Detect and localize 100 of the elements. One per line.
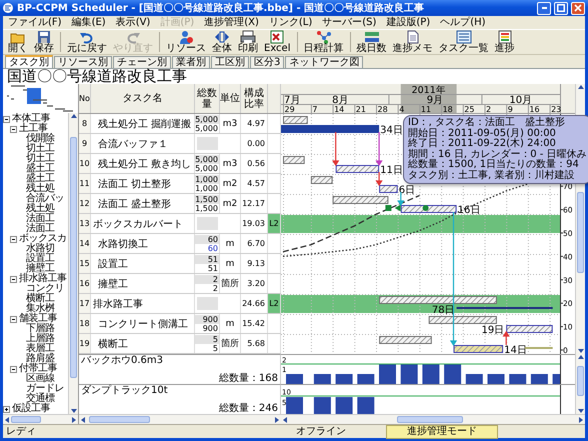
menu-item[interactable]: ヘルプ(H) xyxy=(435,16,491,29)
tree-item[interactable]: 集水桝 xyxy=(26,304,54,314)
duration-label: 16日 xyxy=(458,205,480,216)
planned-bar xyxy=(283,116,308,124)
menu-item[interactable]: 進捗管理(X) xyxy=(199,16,264,29)
unit-cell: m2 xyxy=(220,194,241,213)
quantity-value: 5,000 xyxy=(195,124,219,132)
tab[interactable]: 区分3 xyxy=(250,56,284,68)
scroll-thumb[interactable] xyxy=(10,416,40,423)
menu-item[interactable]: リンク(L) xyxy=(264,16,318,29)
quantity-value: 51 xyxy=(195,254,219,264)
tab[interactable]: チェーン別 xyxy=(113,56,171,68)
row-number: 8 xyxy=(79,114,91,133)
week-label: 16 xyxy=(529,105,540,114)
tree-item[interactable]: 仮設工事 xyxy=(12,404,50,414)
minimize-button[interactable] xyxy=(537,2,551,14)
planned-bar xyxy=(428,316,497,324)
toolbar-button[interactable]: 残日数 xyxy=(354,30,390,54)
tree-item[interactable]: 擁壁工 xyxy=(26,264,54,274)
toolbar-button[interactable]: 全体 xyxy=(209,30,235,54)
maximize-button[interactable] xyxy=(554,2,568,14)
tab[interactable]: 工区別 xyxy=(211,56,249,68)
tree-item[interactable]: 本体工事 xyxy=(12,114,50,124)
column-header: タスク名 xyxy=(91,84,195,113)
row-number: 19 xyxy=(79,334,91,353)
vertical-scrollbar[interactable] xyxy=(68,113,78,414)
tree-item[interactable]: 路肩盛 xyxy=(26,354,54,364)
tree-item[interactable]: 盛土工 xyxy=(26,174,54,184)
tree-toggle[interactable] xyxy=(10,236,17,242)
horizontal-scrollbar[interactable] xyxy=(79,414,281,424)
tab[interactable]: ネットワーク図 xyxy=(285,56,364,68)
scroll-thumb[interactable] xyxy=(70,137,77,378)
tab[interactable]: 業者別 xyxy=(172,56,210,68)
menu-item[interactable]: サーバー(S) xyxy=(317,16,382,29)
tree-item[interactable]: 合流バッ xyxy=(26,194,64,204)
scroll-thumb[interactable] xyxy=(89,416,150,423)
tree-item[interactable]: 切土工 xyxy=(26,154,54,164)
tree-toggle[interactable] xyxy=(10,276,17,282)
tree-item[interactable]: ボックスカ xyxy=(19,234,66,244)
menu-item[interactable]: 編集(E) xyxy=(66,16,111,29)
toolbar-button[interactable]: Excel xyxy=(261,30,294,54)
week-label: 2 xyxy=(486,105,492,114)
toolbar-button[interactable]: 印刷 xyxy=(235,30,261,54)
tree-item[interactable]: 区画線 xyxy=(26,374,54,384)
scroll-thumb[interactable] xyxy=(396,416,464,423)
close-button[interactable] xyxy=(571,2,585,14)
toolbar-button[interactable]: 進捗メモ xyxy=(390,30,436,54)
tree-item[interactable]: 盛土工 xyxy=(26,164,54,174)
menu-item[interactable]: 建設版(P) xyxy=(381,16,436,29)
tree-toggle[interactable] xyxy=(3,406,10,412)
tree-item[interactable]: ガードレ xyxy=(26,384,64,394)
person-icon xyxy=(178,30,194,44)
menu-item[interactable]: ファイル(F) xyxy=(3,16,67,29)
scroll-thumb[interactable] xyxy=(577,366,584,396)
toolbar-button[interactable]: 保存 xyxy=(31,30,57,54)
status-text: レディ xyxy=(5,426,37,438)
tree-item[interactable]: 残土処 xyxy=(26,184,54,194)
tree-item[interactable]: 舗装工事 xyxy=(19,314,57,324)
tree-toggle[interactable] xyxy=(10,316,17,322)
mode-indicator: 進捗管理モード xyxy=(386,424,498,438)
tree-item[interactable]: 設置工 xyxy=(26,254,54,264)
tree-item[interactable]: コンクリ xyxy=(26,284,64,294)
scheduled-bar xyxy=(336,165,380,173)
scroll-thumb[interactable] xyxy=(577,192,584,273)
close-icon xyxy=(574,4,582,12)
delayed-bar xyxy=(454,345,504,353)
tree-toggle[interactable] xyxy=(10,366,17,372)
tree-toggle[interactable] xyxy=(3,116,10,122)
planned-bar xyxy=(332,196,388,204)
tree-item[interactable]: 横断工 xyxy=(26,294,54,304)
quantity-value: 5,000 xyxy=(195,154,219,164)
toolbar-button[interactable]: 日程計算 xyxy=(300,30,346,54)
tree-item[interactable]: 法面工 xyxy=(26,214,54,224)
tree-item[interactable]: 上層路 xyxy=(26,334,54,344)
toolbar-button[interactable]: リソース xyxy=(163,30,209,54)
tab[interactable]: タスク別 xyxy=(5,55,53,68)
horizontal-scrollbar[interactable] xyxy=(3,414,78,424)
tree-item[interactable]: 水路切 xyxy=(26,244,54,254)
vertical-scrollbar[interactable] xyxy=(575,354,585,414)
tree-item[interactable]: 交通標 xyxy=(26,394,54,404)
tree-item[interactable]: 表層工 xyxy=(26,344,54,354)
month-label: 9月 xyxy=(426,95,444,106)
tab[interactable]: リソース別 xyxy=(54,56,112,68)
tree-item[interactable]: 残土処 xyxy=(26,204,54,214)
tree-item[interactable]: 付帯工事 xyxy=(19,364,57,374)
tree-item[interactable]: 法面工 xyxy=(26,224,54,234)
toolbar-button[interactable]: タスク一覧 xyxy=(436,30,492,54)
horizontal-scrollbar[interactable] xyxy=(281,414,585,424)
tree-item[interactable]: 下層路 xyxy=(26,324,54,334)
toolbar-button[interactable]: 開く xyxy=(5,30,31,54)
tree-item[interactable]: 伐開除 xyxy=(26,134,54,144)
task-name: ボックスカルバート xyxy=(91,214,195,233)
tree-toggle[interactable] xyxy=(10,126,17,132)
toolbar-button[interactable]: 進捗 xyxy=(492,30,518,54)
toolbar-button[interactable]: 元に戻す xyxy=(64,30,110,54)
tree-item[interactable]: 切土工 xyxy=(26,144,54,154)
tree-item[interactable]: 排水路工事 xyxy=(19,274,66,284)
planned-bar xyxy=(379,336,432,344)
tree-item[interactable]: 土工事 xyxy=(19,124,48,134)
menu-item[interactable]: 表示(V) xyxy=(110,16,156,29)
